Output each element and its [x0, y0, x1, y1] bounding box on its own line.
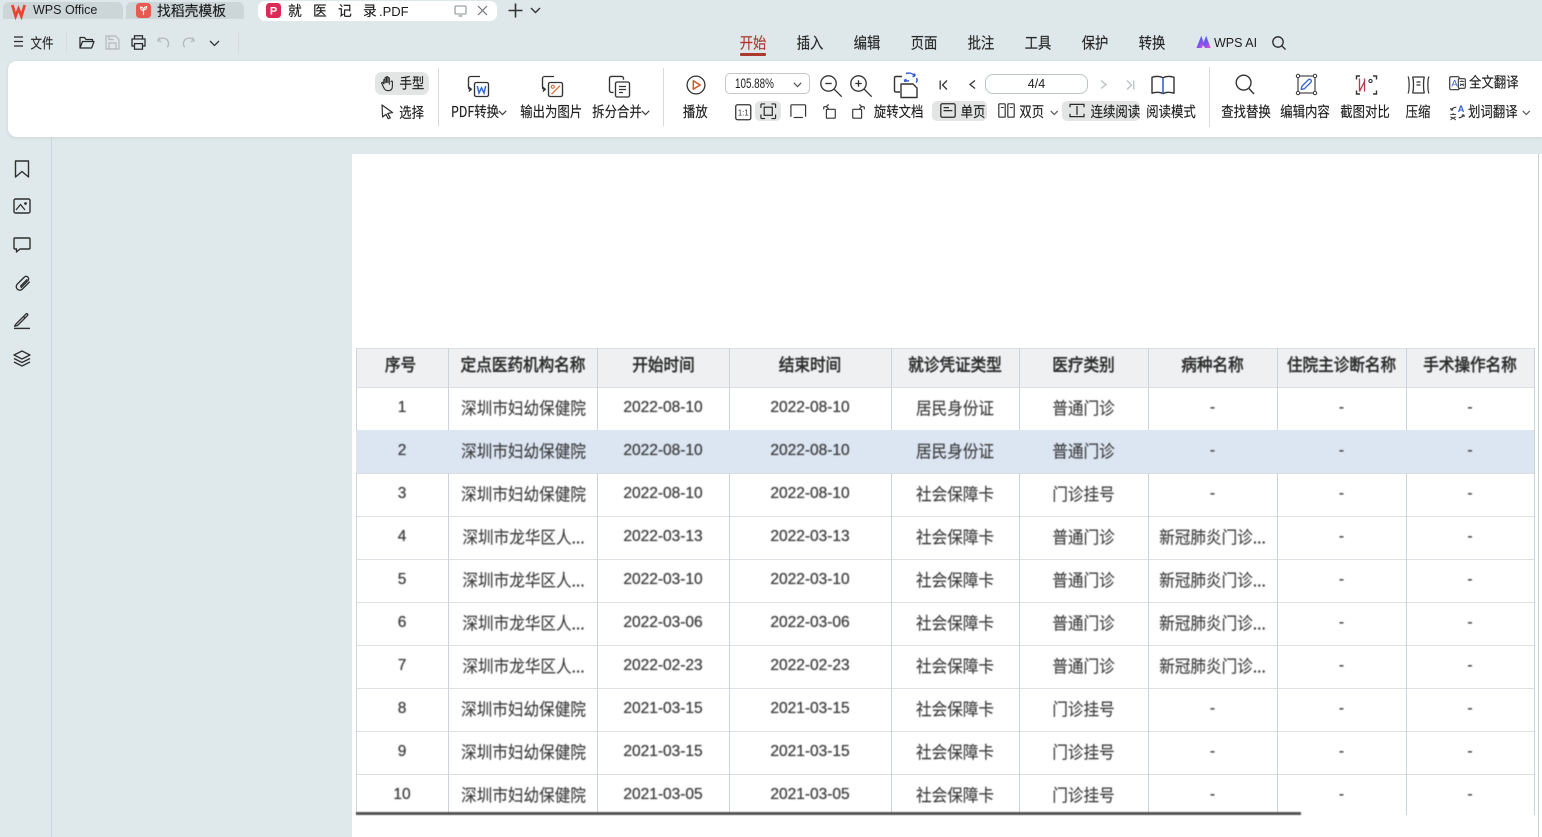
svg-text:P: P	[270, 5, 277, 17]
svg-text:A: A	[1451, 79, 1458, 90]
svg-text:1:1: 1:1	[738, 108, 749, 117]
svg-text:A: A	[1458, 104, 1465, 114]
